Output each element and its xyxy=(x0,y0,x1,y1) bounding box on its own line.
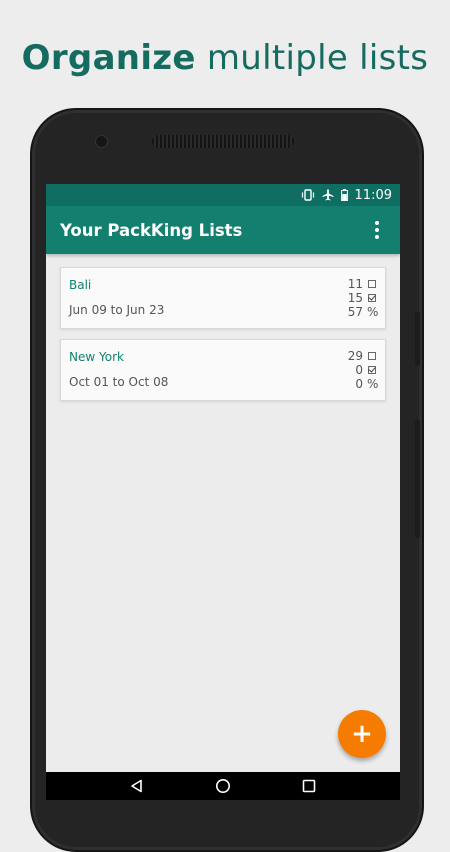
status-time: 11:09 xyxy=(354,187,392,203)
checked-count: 15 xyxy=(347,291,363,305)
checked-count-row: 0 xyxy=(348,363,377,377)
list-item[interactable]: Bali Jun 09 to Jun 23 11 15 57 % xyxy=(60,267,386,329)
list-dates: Oct 01 to Oct 08 xyxy=(69,375,169,389)
list-dates: Jun 09 to Jun 23 xyxy=(69,303,165,317)
promo-headline-rest: multiple lists xyxy=(195,38,429,78)
phone-power-button xyxy=(415,420,420,538)
unchecked-count-row: 11 xyxy=(348,277,377,291)
unchecked-count: 11 xyxy=(347,277,363,291)
unchecked-count: 29 xyxy=(347,349,363,363)
vibrate-icon xyxy=(301,189,315,201)
phone-screen: 11:09 Your PackKing Lists Bali Jun 09 to… xyxy=(46,184,400,800)
app-title: Your PackKing Lists xyxy=(60,220,243,240)
front-camera xyxy=(96,136,107,147)
add-list-button[interactable]: + xyxy=(338,710,386,758)
system-nav-bar xyxy=(46,772,400,800)
home-icon[interactable] xyxy=(215,778,231,794)
overflow-menu-icon[interactable] xyxy=(368,218,386,242)
back-icon[interactable] xyxy=(130,779,144,793)
checked-box-icon xyxy=(367,291,377,305)
earpiece-speaker xyxy=(152,135,294,148)
percent-symbol: % xyxy=(367,377,379,391)
list-stats: 11 15 57 % xyxy=(347,277,379,319)
airplane-mode-icon xyxy=(322,189,334,201)
promo-headline: Organize multiple lists xyxy=(0,38,450,78)
checked-count-row: 15 xyxy=(348,291,377,305)
recents-icon[interactable] xyxy=(302,779,316,793)
status-bar: 11:09 xyxy=(46,184,400,206)
percent-row: 57 % xyxy=(347,305,379,319)
list-name: Bali xyxy=(69,278,92,292)
unchecked-box-icon xyxy=(367,277,377,291)
unchecked-box-icon xyxy=(367,349,377,363)
percent-value: 57 xyxy=(347,305,363,319)
list-name: New York xyxy=(69,350,124,364)
checked-box-icon xyxy=(367,363,377,377)
add-icon: + xyxy=(351,719,373,749)
promo-headline-bold: Organize xyxy=(21,38,196,78)
packing-lists: Bali Jun 09 to Jun 23 11 15 57 % New Yor… xyxy=(46,254,400,401)
checked-count: 0 xyxy=(355,363,363,377)
list-stats: 29 0 0 % xyxy=(348,349,379,391)
percent-row: 0 % xyxy=(348,377,379,391)
percent-value: 0 xyxy=(355,377,363,391)
battery-icon xyxy=(340,189,348,201)
phone-volume-button xyxy=(415,312,420,366)
list-item[interactable]: New York Oct 01 to Oct 08 29 0 0 % xyxy=(60,339,386,401)
percent-symbol: % xyxy=(367,305,379,319)
unchecked-count-row: 29 xyxy=(348,349,377,363)
app-bar: Your PackKing Lists xyxy=(46,206,400,254)
